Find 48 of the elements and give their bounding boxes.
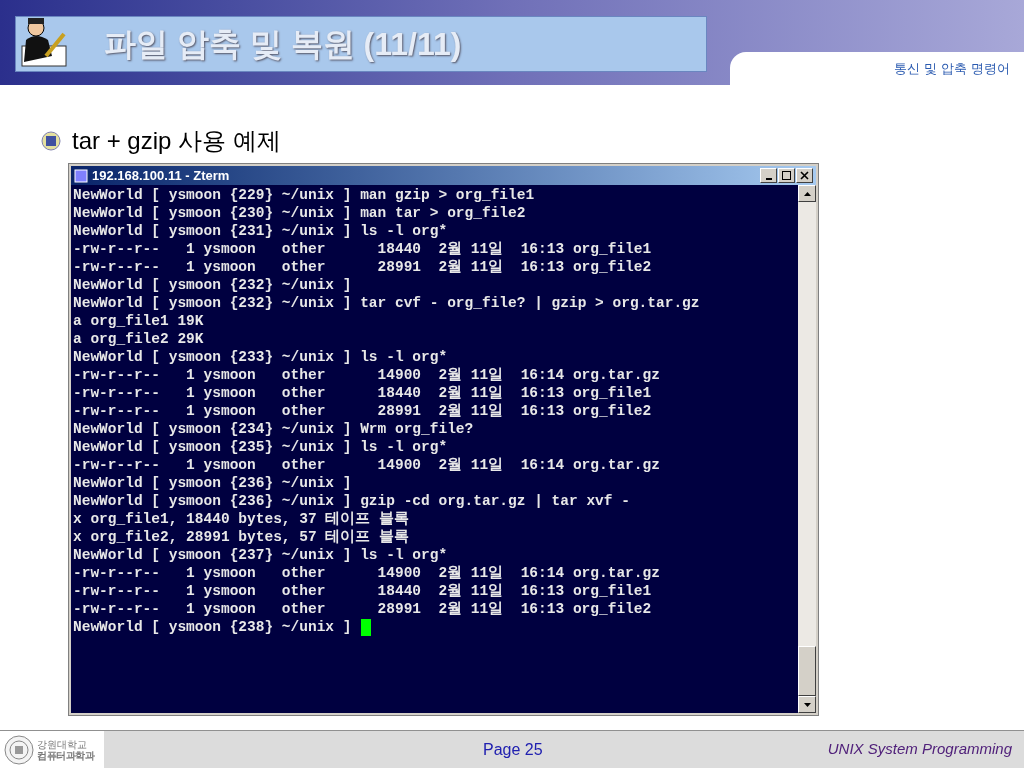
up-arrow-icon — [803, 191, 811, 196]
terminal-line: -rw-r--r-- 1 ysmoon other 18440 2월 11일 16:13 org_file1 — [73, 582, 652, 600]
terminal-line: x org_file1, 18440 bytes, 37 테이프 블록 — [73, 510, 410, 528]
section-label: 통신 및 압축 명령어 — [893, 59, 1010, 78]
terminal-line: NewWorld [ ysmoon {233} ~/unix ] ls -l org* — [73, 348, 448, 366]
terminal-line: a org_file1 19K — [73, 312, 204, 330]
minimize-icon — [765, 177, 772, 180]
terminal-line: NewWorld [ ysmoon {234} ~/unix ] Wrm org_file? — [73, 420, 474, 438]
down-arrow-icon — [803, 702, 811, 707]
terminal-line: NewWorld [ ysmoon {230} ~/unix ] man tar > org_file2 — [73, 204, 526, 222]
page-number: Page 25 — [483, 739, 543, 760]
terminal-line: NewWorld [ ysmoon {232} ~/unix ] — [73, 276, 352, 294]
terminal-line: -rw-r--r-- 1 ysmoon other 28991 2월 11일 16:13 org_file2 — [73, 600, 652, 618]
terminal-line: -rw-r--r-- 1 ysmoon other 14900 2월 11일 16:14 org.tar.gz — [73, 564, 660, 582]
terminal-line: -rw-r--r-- 1 ysmoon other 18440 2월 11일 16:13 org_file1 — [73, 240, 652, 258]
terminal-line: NewWorld [ ysmoon {232} ~/unix ] tar cvf - org_file? | gzip > org.tar.gz — [73, 294, 700, 312]
scroll-thumb[interactable] — [798, 646, 816, 696]
bullet-icon — [40, 131, 62, 151]
minimize-button[interactable] — [760, 168, 777, 183]
logo-text: 컴퓨터과학과 — [37, 749, 94, 761]
terminal-line: NewWorld [ ysmoon {236} ~/unix ] gzip -cd org.tar.gz | tar xvf - — [73, 492, 630, 510]
terminal-line: -rw-r--r-- 1 ysmoon other 14900 2월 11일 16:14 org.tar.gz — [73, 366, 660, 384]
window-title: 192.168.100.11 - Zterm — [92, 166, 230, 185]
course-name: UNIX System Programming — [827, 739, 1012, 760]
terminal-line: -rw-r--r-- 1 ysmoon other 14900 2월 11일 16:14 org.tar.gz — [73, 456, 660, 474]
terminal-line: -rw-r--r-- 1 ysmoon other 18440 2월 11일 16:13 org_file1 — [73, 384, 652, 402]
bullet-text: tar + gzip 사용 예제 — [72, 126, 281, 156]
terminal-line: NewWorld [ ysmoon {238} ~/unix ] — [73, 618, 352, 636]
scroll-down-button[interactable] — [798, 696, 816, 713]
window-icon — [74, 168, 88, 183]
close-button[interactable] — [796, 168, 813, 183]
cursor — [361, 618, 372, 636]
terminal-line: NewWorld [ ysmoon {236} ~/unix ] — [73, 474, 352, 492]
terminal-line: -rw-r--r-- 1 ysmoon other 28991 2월 11일 16:13 org_file2 — [73, 402, 652, 420]
terminal-line: NewWorld [ ysmoon {231} ~/unix ] ls -l org* — [73, 222, 448, 240]
scroll-up-button[interactable] — [798, 185, 816, 202]
terminal-line: NewWorld [ ysmoon {229} ~/unix ] man gzip > org_file1 — [73, 186, 535, 204]
maximize-icon — [782, 171, 791, 180]
terminal-line: NewWorld [ ysmoon {237} ~/unix ] ls -l org* — [73, 546, 448, 564]
logo-text: 강원대학교 — [37, 738, 87, 750]
close-icon — [800, 171, 809, 180]
terminal-line: x org_file2, 28991 bytes, 57 테이프 블록 — [73, 528, 410, 546]
terminal-line: -rw-r--r-- 1 ysmoon other 28991 2월 11일 16:13 org_file2 — [73, 258, 652, 276]
terminal-line: a org_file2 29K — [73, 330, 204, 348]
slide-title: 파일 압축 및 복원 (11/11) — [104, 25, 462, 64]
university-seal-icon — [4, 734, 34, 765]
maximize-button[interactable] — [778, 168, 795, 183]
terminal-line: NewWorld [ ysmoon {235} ~/unix ] ls -l org* — [73, 438, 448, 456]
